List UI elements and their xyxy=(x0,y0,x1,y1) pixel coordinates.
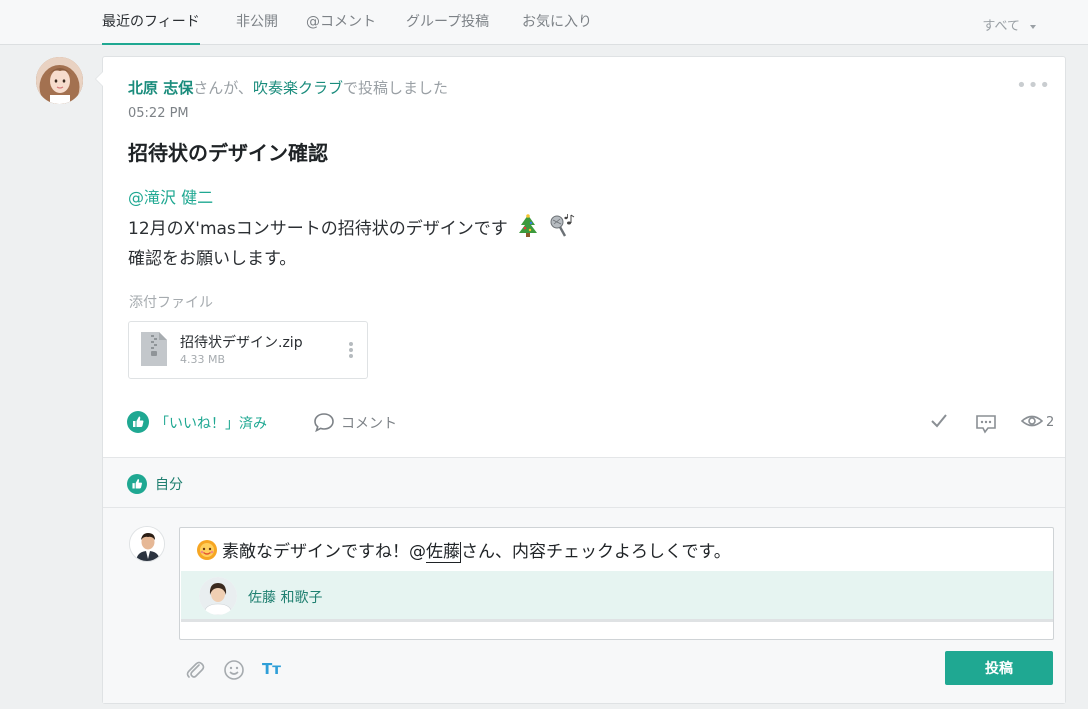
tab-mentions[interactable]: @コメント xyxy=(306,11,376,45)
emoji-picker-icon[interactable] xyxy=(223,659,245,685)
post-title: 招待状のデザイン確認 xyxy=(128,141,328,165)
more-options-icon[interactable]: ••• xyxy=(1016,77,1051,95)
mention-typed-text: 佐藤 xyxy=(426,542,461,563)
thumbs-up-icon xyxy=(127,411,149,437)
comment-text-before: 素敵なデザインですね！@ xyxy=(222,542,426,562)
submit-comment-button[interactable]: 投稿 xyxy=(945,651,1053,685)
liked-by-name: 自分 xyxy=(155,477,183,493)
tab-group-posts[interactable]: グループ投稿 xyxy=(406,11,489,45)
microphone-notes-icon xyxy=(549,213,575,243)
post-body-text-1: 12月のX'masコンサートの招待状のデザインです xyxy=(128,219,508,239)
post-body-line-2: 確認をお願いします。 xyxy=(128,249,297,269)
divider xyxy=(103,507,1065,508)
mention-suggestion-item[interactable]: 佐藤 和歌子 xyxy=(181,571,1053,622)
suggested-user-name: 佐藤 和歌子 xyxy=(248,590,323,606)
thumbs-up-icon xyxy=(127,474,147,498)
like-label: 「いいね！」済み xyxy=(155,416,267,432)
header-text-posted: で投稿しました xyxy=(342,79,448,97)
eye-icon xyxy=(1020,411,1044,435)
feed-tab-bar: 最近のフィード 非公開 @コメント グループ投稿 お気に入り すべて xyxy=(0,0,1088,45)
mention-link[interactable]: @滝沢 健二 xyxy=(128,184,213,208)
christmas-tree-icon xyxy=(517,214,539,243)
tab-recent-feed[interactable]: 最近のフィード xyxy=(102,11,200,45)
smiley-emoji-icon xyxy=(196,539,218,566)
tab-favorites[interactable]: お気に入り xyxy=(522,11,592,45)
kebab-menu-icon[interactable] xyxy=(349,342,353,360)
filter-label: すべて xyxy=(982,19,1020,34)
header-text-san: さんが、 xyxy=(193,79,253,97)
comment-input[interactable]: 素敵なデザインですね！@佐藤さん、内容チェックよろしくです。 佐藤 和歌子 xyxy=(179,527,1054,640)
attachment-name: 招待状デザイン.zip xyxy=(180,335,303,351)
zip-file-icon xyxy=(141,332,167,370)
speech-bubble-icon xyxy=(313,411,335,437)
text-format-icon[interactable]: Tт xyxy=(262,660,281,678)
post-timestamp: 05:22 PM xyxy=(128,106,189,121)
attachment-label: 添付ファイル xyxy=(129,295,213,311)
liked-by-row[interactable]: 自分 xyxy=(127,474,183,498)
comment-section: 自分 素敵なデザインですね！@佐藤さん、内容チェックよろしくです。 佐藤 和歌子… xyxy=(103,457,1065,703)
comment-text: 素敵なデザインですね！@佐藤さん、内容チェックよろしくです。 xyxy=(196,537,731,566)
current-user-avatar xyxy=(129,526,165,562)
like-button[interactable]: 「いいね！」済み xyxy=(127,411,267,437)
post-header: 北原 志保さんが、吹奏楽クラブで投稿しました xyxy=(128,77,448,98)
post-card: 北原 志保さんが、吹奏楽クラブで投稿しました ••• 05:22 PM 招待状の… xyxy=(95,56,1066,704)
attachment-file[interactable]: 招待状デザイン.zip 4.33 MB xyxy=(128,321,368,379)
chevron-down-icon xyxy=(1030,24,1036,29)
suggested-user-avatar xyxy=(199,577,237,615)
attachment-size: 4.33 MB xyxy=(180,353,226,366)
author-avatar[interactable] xyxy=(36,57,83,104)
comment-text-after: さん、内容チェックよろしくです。 xyxy=(461,542,731,562)
view-count: 2 xyxy=(1046,415,1055,430)
reply-bubble-icon[interactable] xyxy=(975,414,997,438)
check-icon[interactable] xyxy=(929,411,949,435)
tab-private[interactable]: 非公開 xyxy=(236,11,278,45)
comment-label: コメント xyxy=(341,416,397,432)
post-body-line-1: 12月のX'masコンサートの招待状のデザインです xyxy=(128,213,575,243)
group-link[interactable]: 吹奏楽クラブ xyxy=(253,79,343,97)
filter-dropdown[interactable]: すべて xyxy=(982,15,1036,34)
paperclip-icon[interactable] xyxy=(185,659,205,685)
comment-button[interactable]: コメント xyxy=(313,411,397,437)
author-link[interactable]: 北原 志保 xyxy=(128,79,193,97)
